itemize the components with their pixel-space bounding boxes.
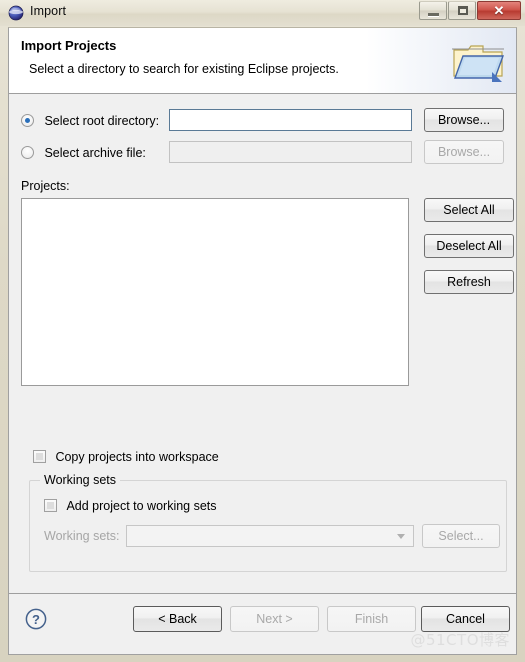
root-directory-input[interactable] xyxy=(169,109,412,131)
watermark: @51CTO博客 xyxy=(410,631,510,649)
browse-root-directory-button[interactable]: Browse... xyxy=(424,108,504,132)
window-controls: ✕ xyxy=(418,1,521,20)
next-button[interactable]: Next > xyxy=(230,606,319,632)
refresh-button[interactable]: Refresh xyxy=(424,270,514,294)
dialog-body: Select root directory: Browse... Select … xyxy=(9,94,516,594)
browse-archive-file-button[interactable]: Browse... xyxy=(424,140,504,164)
eclipse-globe-icon xyxy=(8,5,24,21)
archive-file-row: Select archive file: xyxy=(21,144,146,162)
add-working-sets-label: Add project to working sets xyxy=(66,498,217,513)
root-directory-label: Select root directory: xyxy=(44,113,160,128)
chevron-down-icon xyxy=(397,534,405,539)
import-dialog-window: Import ✕ Import Projects Select a direct… xyxy=(0,0,525,662)
maximize-icon xyxy=(458,6,468,15)
finish-button[interactable]: Finish xyxy=(327,606,416,632)
title-bar[interactable]: Import ✕ xyxy=(0,0,525,26)
working-sets-group: Working sets Add project to working sets… xyxy=(29,473,507,572)
copy-projects-checkbox[interactable] xyxy=(33,450,46,464)
copy-projects-label: Copy projects into workspace xyxy=(55,449,219,464)
wizard-banner: Import Projects Select a directory to se… xyxy=(9,28,516,94)
minimize-button[interactable] xyxy=(419,1,447,20)
radio-select-archive-file[interactable] xyxy=(21,146,34,160)
projects-list[interactable] xyxy=(21,198,409,386)
window-title: Import xyxy=(30,4,67,18)
copy-projects-row[interactable]: Copy projects into workspace xyxy=(33,448,219,466)
open-folder-icon xyxy=(450,36,506,86)
add-working-sets-checkbox[interactable] xyxy=(44,499,57,513)
help-question-icon[interactable]: ? xyxy=(25,608,47,630)
working-sets-group-label: Working sets xyxy=(40,473,121,487)
working-sets-combo[interactable] xyxy=(126,525,414,547)
root-directory-row: Select root directory: xyxy=(21,112,159,130)
add-working-sets-row[interactable]: Add project to working sets xyxy=(44,497,217,515)
archive-file-label: Select archive file: xyxy=(44,145,146,160)
dialog-footer: ? < Back Next > Finish Cancel @51CTO博客 xyxy=(9,594,516,654)
select-all-button[interactable]: Select All xyxy=(424,198,514,222)
close-button[interactable]: ✕ xyxy=(477,1,521,20)
maximize-button[interactable] xyxy=(448,1,476,20)
page-description: Select a directory to search for existin… xyxy=(29,62,339,76)
projects-label: Projects: xyxy=(21,179,70,193)
archive-file-input[interactable] xyxy=(169,141,412,163)
minimize-icon xyxy=(428,13,439,17)
back-button[interactable]: < Back xyxy=(133,606,222,632)
svg-text:?: ? xyxy=(32,612,40,627)
dialog-client-area: Import Projects Select a directory to se… xyxy=(8,27,517,655)
working-sets-combo-label: Working sets: xyxy=(44,529,120,543)
radio-select-root-directory[interactable] xyxy=(21,114,34,128)
close-icon: ✕ xyxy=(493,3,505,18)
page-title: Import Projects xyxy=(21,38,117,53)
deselect-all-button[interactable]: Deselect All xyxy=(424,234,514,258)
working-sets-select-button[interactable]: Select... xyxy=(422,524,500,548)
